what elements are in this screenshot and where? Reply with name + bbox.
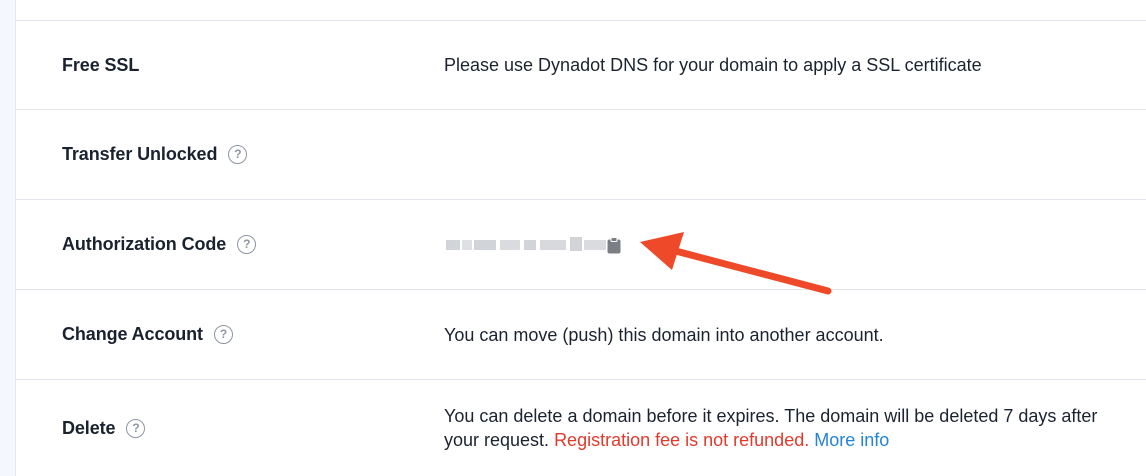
more-info-link[interactable]: More info: [814, 430, 889, 450]
domain-settings-table: Free SSL Please use Dynadot DNS for your…: [16, 0, 1146, 476]
table-row-change-account: Change Account ? You can move (push) thi…: [16, 290, 1146, 380]
table-row-authorization-code: Authorization Code ?: [16, 200, 1146, 290]
delete-value: You can delete a domain before it expire…: [444, 380, 1104, 476]
table-row-free-ssl: Free SSL Please use Dynadot DNS for your…: [16, 21, 1146, 110]
delete-label-text: Delete: [62, 417, 116, 438]
help-icon[interactable]: ?: [228, 145, 248, 164]
delete-description: You can delete a domain before it expire…: [444, 404, 1104, 452]
clipboard-icon[interactable]: [607, 236, 621, 254]
authorization-code-value: [444, 200, 1104, 289]
delete-label: Delete ?: [62, 380, 146, 476]
change-account-label: Change Account ?: [62, 290, 233, 379]
free-ssl-value: Please use Dynadot DNS for your domain t…: [444, 21, 1104, 109]
change-account-label-text: Change Account: [62, 324, 203, 344]
blurred-authorization-code: [444, 234, 606, 256]
authorization-code-field: [444, 234, 621, 256]
transfer-unlocked-label-text: Transfer Unlocked: [62, 144, 218, 164]
transfer-unlocked-label: Transfer Unlocked ?: [62, 110, 248, 199]
free-ssl-value-text: Please use Dynadot DNS for your domain t…: [444, 55, 982, 75]
help-icon[interactable]: ?: [237, 235, 257, 254]
table-row-top-partial: [16, 0, 1146, 21]
table-row-delete: Delete ? You can delete a domain before …: [16, 380, 1146, 476]
domain-settings-page: Free SSL Please use Dynadot DNS for your…: [0, 0, 1146, 476]
authorization-code-label: Authorization Code ?: [62, 200, 257, 289]
left-rail: [0, 0, 16, 476]
free-ssl-label: Free SSL: [62, 21, 139, 109]
refund-warning-text: Registration fee is not refunded.: [554, 430, 810, 450]
change-account-value-text: You can move (push) this domain into ano…: [444, 324, 884, 345]
authorization-code-label-text: Authorization Code: [62, 234, 227, 254]
help-icon[interactable]: ?: [126, 418, 146, 438]
table-row-transfer-unlocked: Transfer Unlocked ?: [16, 110, 1146, 200]
help-icon[interactable]: ?: [213, 325, 233, 344]
free-ssl-label-text: Free SSL: [62, 54, 140, 75]
change-account-value: You can move (push) this domain into ano…: [444, 290, 1104, 379]
